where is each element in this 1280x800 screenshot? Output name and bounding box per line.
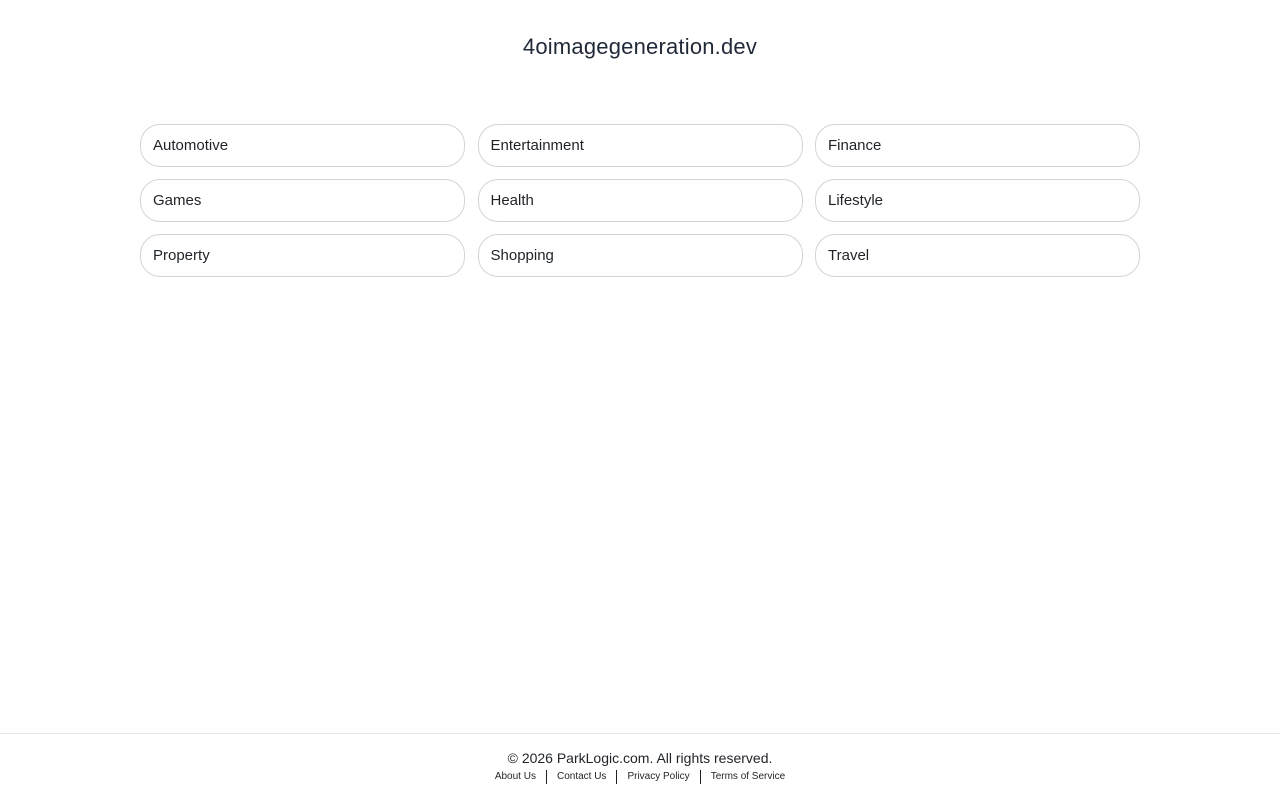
footer-link-privacy-policy[interactable]: Privacy Policy bbox=[617, 770, 699, 784]
footer-link-contact-us[interactable]: Contact Us bbox=[547, 770, 616, 784]
footer-link-about-us[interactable]: About Us bbox=[485, 770, 546, 784]
category-link-lifestyle[interactable]: Lifestyle bbox=[815, 179, 1140, 222]
category-link-finance[interactable]: Finance bbox=[815, 124, 1140, 167]
category-link-automotive[interactable]: Automotive bbox=[140, 124, 465, 167]
category-link-health[interactable]: Health bbox=[477, 179, 803, 222]
category-link-travel[interactable]: Travel bbox=[815, 234, 1140, 277]
footer-links: About Us Contact Us Privacy Policy Terms… bbox=[0, 770, 1280, 784]
footer-link-terms-of-service[interactable]: Terms of Service bbox=[701, 770, 795, 784]
category-link-shopping[interactable]: Shopping bbox=[477, 234, 803, 277]
copyright-text: © 2026 ParkLogic.com. All rights reserve… bbox=[507, 750, 773, 766]
footer: © 2026 ParkLogic.com. All rights reserve… bbox=[0, 733, 1280, 800]
category-link-games[interactable]: Games bbox=[140, 179, 465, 222]
category-link-property[interactable]: Property bbox=[140, 234, 465, 277]
site-title: 4oimagegeneration.dev bbox=[522, 34, 758, 59]
page: 4oimagegeneration.dev Automotive Enterta… bbox=[0, 0, 1280, 800]
category-link-entertainment[interactable]: Entertainment bbox=[477, 124, 803, 167]
category-grid: Automotive Entertainment Finance Games H… bbox=[140, 124, 1140, 277]
